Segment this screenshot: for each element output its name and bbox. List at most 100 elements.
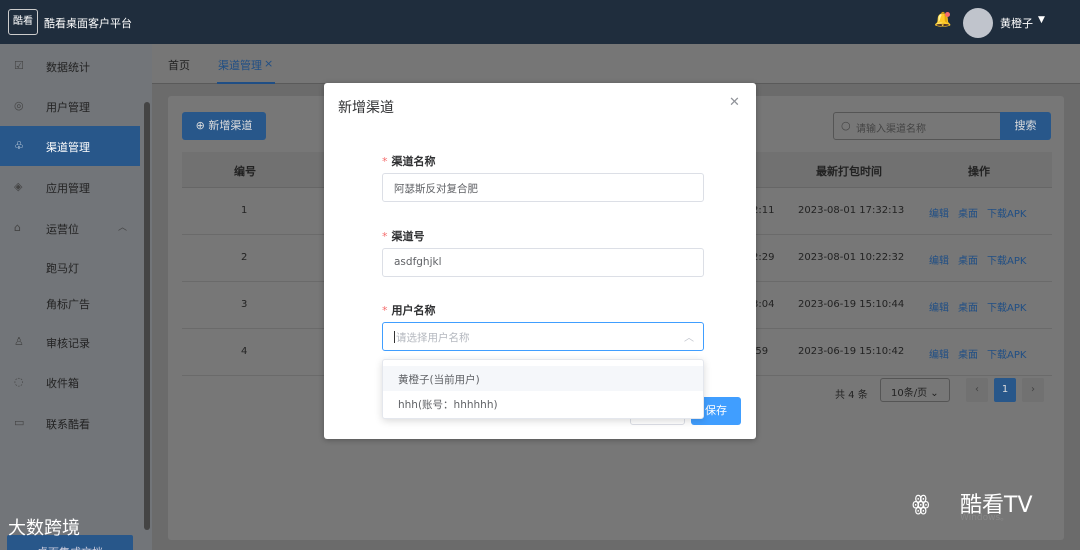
dropdown-option[interactable]: hhh(账号：hhhhhh): [383, 391, 703, 416]
sidebar: ☑ 数据统计 ◎ 用户管理 ♧ 渠道管理 ◈ 应用管理 ⌂ 运营位 ︿ 跑马灯 …: [0, 44, 152, 550]
close-icon[interactable]: ×: [264, 57, 273, 70]
cell-id: 3: [241, 299, 248, 310]
user-name-select[interactable]: 请选择用户名称 ︿: [382, 322, 704, 351]
channel-name-value: 阿瑟斯反对复合肥: [394, 183, 478, 195]
dialog-title: 新增渠道: [338, 100, 394, 116]
active-tab-indicator: [217, 82, 275, 84]
sidebar-item-inbox[interactable]: ◌ 收件箱: [0, 362, 140, 402]
desktop-link[interactable]: 桌面: [958, 252, 978, 267]
chevron-up-icon: ︿: [118, 223, 128, 233]
desktop-link[interactable]: 桌面: [958, 299, 978, 314]
close-icon[interactable]: ✕: [729, 95, 740, 110]
sidebar-item-label: 联系酷看: [46, 418, 90, 431]
edit-link[interactable]: 编辑: [929, 205, 949, 220]
download-apk-link[interactable]: 下载APK: [987, 346, 1026, 361]
channel-no-label-text: 渠道号: [391, 230, 425, 243]
cell-id: 2: [241, 252, 248, 263]
desktop-link[interactable]: 桌面: [958, 346, 978, 361]
chevron-down-icon[interactable]: ▼: [1038, 15, 1045, 25]
sidebar-item-apps[interactable]: ◈ 应用管理: [0, 167, 140, 207]
sidebar-item-operations[interactable]: ⌂ 运营位 ︿: [0, 208, 140, 248]
col-latest-time: 最新打包时间: [816, 165, 882, 178]
cell-id: 4: [241, 346, 248, 357]
user-icon: ◎: [14, 99, 24, 112]
download-apk-link[interactable]: 下载APK: [987, 252, 1026, 267]
user-select-dropdown: 黄橙子(当前用户) hhh(账号：hhhhhh): [382, 359, 704, 419]
notification-dot: [945, 12, 950, 17]
channel-name-label-text: 渠道名称: [391, 155, 436, 168]
new-channel-label: 新增渠道: [208, 119, 253, 132]
avatar[interactable]: [963, 8, 993, 38]
app-title: 酷看桌面客户平台: [44, 17, 132, 30]
col-id: 编号: [234, 165, 256, 178]
tab-home[interactable]: 首页: [168, 57, 190, 73]
sidebar-item-users[interactable]: ◎ 用户管理: [0, 86, 140, 126]
cell-latest-time: 2023-06-19 15:10:44: [798, 299, 905, 310]
user-name-label: * 用户名称: [382, 304, 436, 317]
new-channel-button[interactable]: ⊕ 新增渠道: [182, 112, 266, 140]
sidebar-scrollbar[interactable]: [144, 102, 150, 530]
sidebar-item-audit[interactable]: ♙ 审核记录: [0, 322, 140, 362]
search-placeholder: 请输入渠道名称: [856, 124, 926, 135]
app-logo: 酷看: [8, 9, 38, 35]
sidebar-item-label: 用户管理: [46, 101, 90, 114]
download-apk-link[interactable]: 下载APK: [987, 299, 1026, 314]
channel-name-label: * 渠道名称: [382, 155, 436, 168]
inbox-icon: ◌: [14, 375, 24, 388]
tab-channels[interactable]: 渠道管理: [218, 57, 262, 73]
search-button[interactable]: 搜索: [1000, 112, 1051, 140]
sidebar-item-label: 收件箱: [46, 377, 79, 390]
channel-icon: ♧: [14, 139, 24, 152]
edit-link[interactable]: 编辑: [929, 299, 949, 314]
bell-icon[interactable]: 🔔: [934, 12, 951, 30]
search-icon: ○: [841, 119, 851, 132]
page-number-button[interactable]: 1: [994, 378, 1016, 402]
channel-no-value: asdfghjkl: [394, 256, 442, 268]
user-name-label-text: 用户名称: [391, 304, 436, 317]
sidebar-item-label: 跑马灯: [46, 262, 79, 275]
user-name[interactable]: 黄橙子: [1000, 15, 1033, 31]
audit-icon: ♙: [14, 335, 24, 348]
cell-latest-time: 2023-08-01 17:32:13: [798, 205, 905, 216]
gift-icon: ⌂: [14, 221, 21, 234]
sidebar-item-label: 角标广告: [46, 298, 90, 311]
contact-icon: ▭: [14, 416, 25, 429]
sidebar-item-label: 渠道管理: [46, 141, 90, 154]
sidebar-item-contact[interactable]: ▭ 联系酷看: [0, 403, 140, 443]
text-cursor: [394, 331, 395, 343]
sidebar-subitem-corner-ad[interactable]: 角标广告: [0, 283, 140, 323]
search-input[interactable]: ○ 请输入渠道名称: [833, 112, 1001, 140]
col-ops: 操作: [968, 165, 990, 178]
sidebar-item-label: 应用管理: [46, 182, 90, 195]
sidebar-item-label: 数据统计: [46, 61, 90, 74]
cell-latest-time: 2023-06-19 15:10:42: [798, 346, 905, 357]
windows-activation-text: Windows。: [960, 513, 1010, 523]
pagination-total: 共 4 条: [835, 390, 868, 401]
channel-name-input[interactable]: 阿瑟斯反对复合肥: [382, 173, 704, 202]
top-bar: 酷看 酷看桌面客户平台 🔔 黄橙子 ▼: [0, 0, 1080, 44]
prev-page-button[interactable]: ‹: [966, 378, 988, 402]
chevron-up-icon: ︿: [684, 333, 694, 344]
edit-link[interactable]: 编辑: [929, 252, 949, 267]
user-name-placeholder: 请选择用户名称: [396, 332, 470, 344]
download-apk-link[interactable]: 下载APK: [987, 205, 1026, 220]
sidebar-subitem-marquee[interactable]: 跑马灯: [0, 247, 140, 287]
next-page-button[interactable]: ›: [1022, 378, 1044, 402]
cell-latest-time: 2023-08-01 10:22:32: [798, 252, 905, 263]
sidebar-item-stats[interactable]: ☑ 数据统计: [0, 46, 140, 86]
tab-bar: 首页 渠道管理 ×: [152, 44, 1080, 84]
page-size-value: 10条/页: [891, 388, 928, 399]
bottom-watermark: 大数跨境: [8, 518, 80, 539]
channel-no-input[interactable]: asdfghjkl: [382, 248, 704, 277]
edit-link[interactable]: 编辑: [929, 346, 949, 361]
sidebar-item-label: 审核记录: [46, 337, 90, 350]
sidebar-item-channels[interactable]: ♧ 渠道管理: [0, 126, 140, 166]
cell-id: 1: [241, 205, 248, 216]
desktop-link[interactable]: 桌面: [958, 205, 978, 220]
layers-icon: ◈: [14, 180, 23, 193]
channel-no-label: * 渠道号: [382, 230, 425, 243]
page-size-select[interactable]: 10条/页 ⌄: [880, 378, 950, 402]
chart-icon: ☑: [14, 59, 24, 72]
sidebar-item-label: 运营位: [46, 223, 79, 236]
dropdown-option[interactable]: 黄橙子(当前用户): [383, 366, 703, 391]
